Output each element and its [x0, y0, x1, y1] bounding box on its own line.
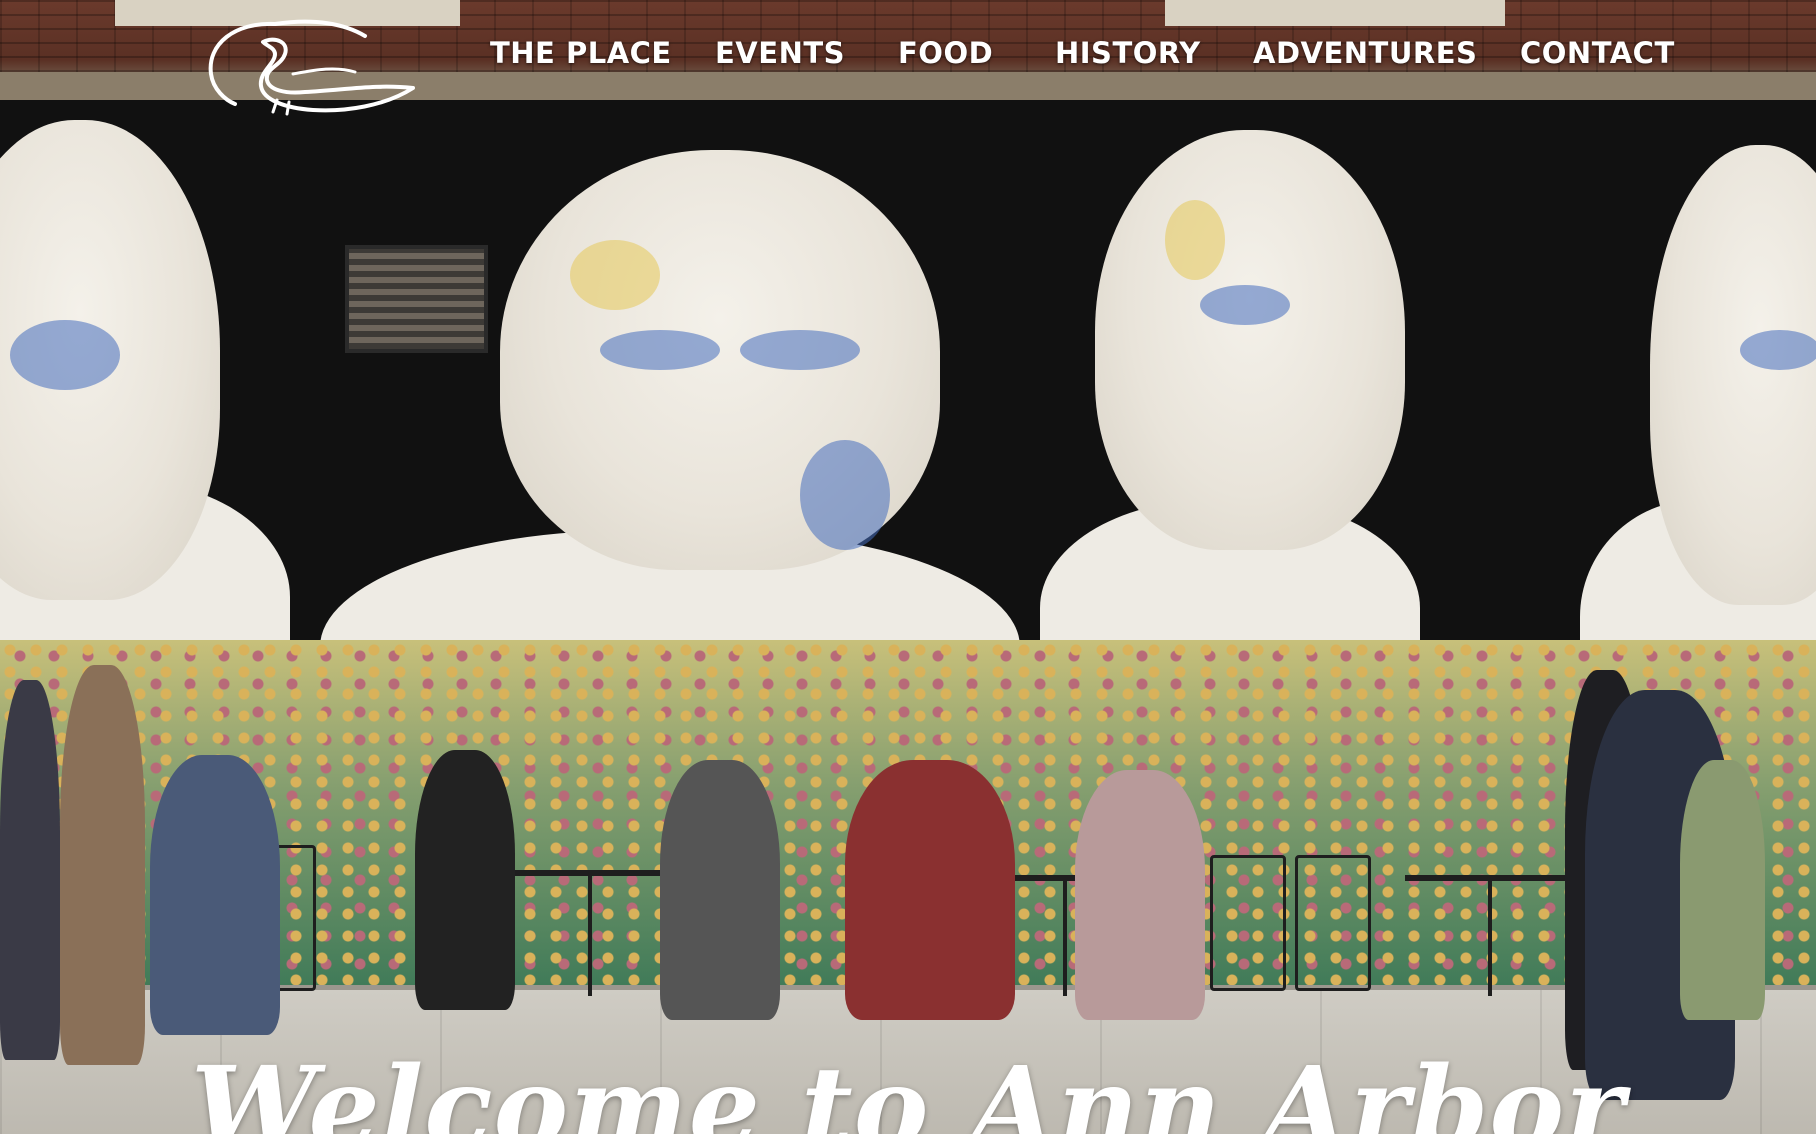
nav-item-events[interactable]: EVENTS: [715, 36, 845, 70]
hero-section: THE PLACE EVENTS FOOD HISTORY ADVENTURES…: [0, 0, 1816, 1134]
pedestrian: [60, 665, 145, 1065]
seated-person: [1680, 760, 1765, 1020]
wall-vent: [345, 245, 488, 353]
seated-person: [660, 760, 780, 1020]
nav-item-contact[interactable]: CONTACT: [1520, 36, 1675, 70]
nav-item-the-place[interactable]: THE PLACE: [490, 36, 672, 70]
paint-accent: [800, 440, 890, 550]
paint-accent: [10, 320, 120, 390]
cafe-chair: [1210, 855, 1286, 991]
paint-accent: [600, 330, 720, 370]
seated-person: [845, 760, 1015, 1020]
mural-portrait: [1095, 130, 1405, 550]
hero-headline: Welcome to Ann Arbor: [190, 1043, 1626, 1134]
paint-accent: [570, 240, 660, 310]
cafe-chair: [1295, 855, 1371, 991]
cafe-table-leg: [1063, 881, 1067, 996]
pedestrian: [0, 680, 60, 1060]
seated-person: [150, 755, 280, 1035]
cafe-table-leg: [1488, 881, 1492, 996]
paint-accent: [1165, 200, 1225, 280]
swan-logo-icon[interactable]: [205, 14, 420, 116]
paint-accent: [1200, 285, 1290, 325]
paint-accent: [740, 330, 860, 370]
nav-item-adventures[interactable]: ADVENTURES: [1253, 36, 1477, 70]
nav-item-food[interactable]: FOOD: [898, 36, 993, 70]
cafe-table-leg: [588, 876, 592, 996]
seated-person: [1075, 770, 1205, 1020]
seated-person: [415, 750, 515, 1010]
site-header: THE PLACE EVENTS FOOD HISTORY ADVENTURES…: [0, 0, 1816, 120]
paint-accent: [1740, 330, 1816, 370]
nav-item-history[interactable]: HISTORY: [1055, 36, 1201, 70]
